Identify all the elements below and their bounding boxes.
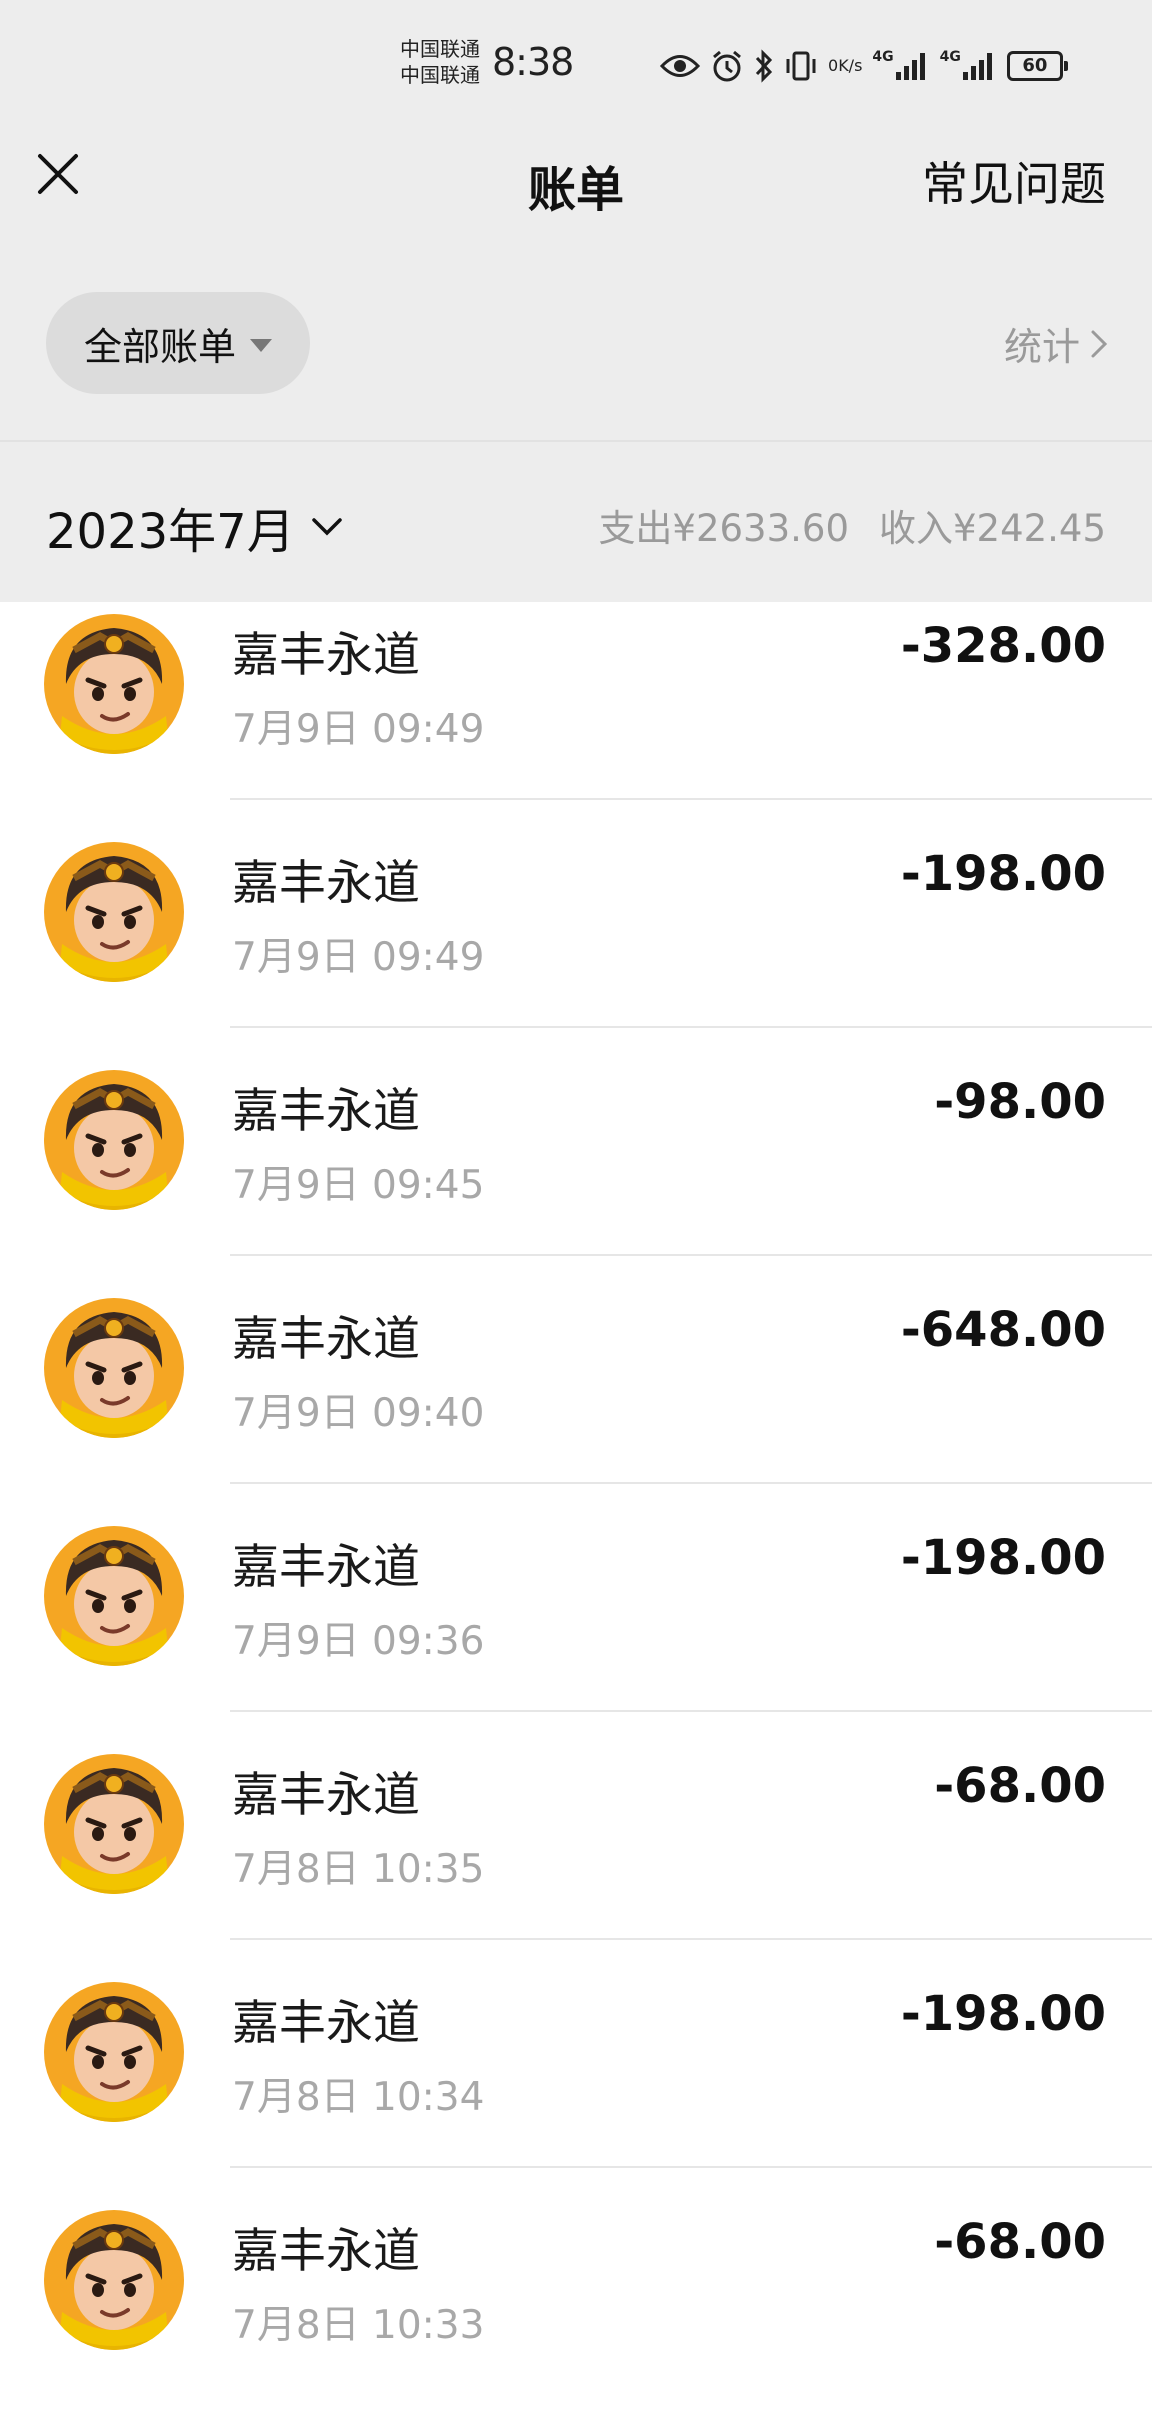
status-icons: 0 K/s 4G 4G 60: [660, 44, 1068, 88]
expense-total: 支出¥2633.60: [598, 507, 849, 550]
month-selector[interactable]: 2023年7月: [46, 492, 343, 562]
faq-button[interactable]: 常见问题: [922, 148, 1106, 214]
transaction-amount: -68.00: [934, 1758, 1106, 1814]
transaction-amount: -98.00: [934, 1074, 1106, 1130]
merchant-avatar: [44, 1298, 184, 1438]
row-divider: [230, 1482, 1152, 1484]
transaction-time: 7月8日 10:34: [232, 2075, 485, 2120]
signal-2-label: 4G: [939, 49, 961, 65]
transaction-amount: -198.00: [900, 1530, 1106, 1586]
merchant-avatar: [44, 1982, 184, 2122]
vibrate-icon: [784, 49, 818, 83]
merchant-name: 嘉丰永道: [232, 628, 420, 683]
transaction-row[interactable]: 嘉丰永道 7月9日 09:49 -198.00: [0, 830, 1152, 1060]
transaction-time: 7月9日 09:49: [232, 935, 485, 980]
transaction-row[interactable]: 嘉丰永道 7月9日 09:45 -98.00: [0, 1058, 1152, 1288]
transaction-amount: -648.00: [900, 1302, 1106, 1358]
transaction-row[interactable]: 嘉丰永道 7月9日 09:49 -328.00: [0, 602, 1152, 832]
merchant-name: 嘉丰永道: [232, 2224, 420, 2279]
merchant-avatar: [44, 2210, 184, 2350]
signal-icon: 4G: [940, 50, 997, 82]
merchant-avatar: [44, 614, 184, 754]
carrier-1: 中国联通: [400, 37, 480, 61]
transaction-time: 7月8日 10:35: [232, 1847, 485, 1892]
transaction-row[interactable]: 嘉丰永道 7月8日 10:34 -198.00: [0, 1970, 1152, 2200]
battery-icon: 60: [1006, 51, 1068, 81]
transaction-time: 7月9日 09:49: [232, 707, 485, 752]
carrier-2: 中国联通: [400, 63, 480, 87]
merchant-name: 嘉丰永道: [232, 1084, 420, 1139]
status-time: 8:38: [492, 40, 574, 84]
title-bar: 账单 常见问题: [0, 130, 1152, 246]
row-divider: [230, 1938, 1152, 1940]
carrier-info: 中国联通 中国联通: [400, 36, 480, 88]
merchant-name: 嘉丰永道: [232, 1540, 420, 1595]
net-speed: 0 K/s: [828, 57, 862, 75]
transaction-amount: -328.00: [900, 618, 1106, 674]
stats-label: 统计: [1003, 325, 1080, 369]
merchant-avatar: [44, 1754, 184, 1894]
row-divider: [230, 1710, 1152, 1712]
net-speed-value: 0: [828, 56, 839, 75]
row-divider: [230, 2166, 1152, 2168]
transaction-amount: -198.00: [900, 846, 1106, 902]
month-totals: 支出¥2633.60 收入¥242.45: [598, 498, 1106, 552]
net-speed-unit: K/s: [838, 56, 863, 75]
transaction-amount: -198.00: [900, 1986, 1106, 2042]
chevron-down-icon: [311, 518, 342, 536]
merchant-name: 嘉丰永道: [232, 1996, 420, 2051]
month-label: 2023年7月: [46, 504, 295, 560]
merchant-name: 嘉丰永道: [232, 1312, 420, 1367]
alarm-icon: [710, 49, 744, 83]
bill-type-filter-label: 全部账单: [83, 324, 236, 369]
transaction-time: 7月9日 09:45: [232, 1163, 485, 1208]
signal-1-label: 4G: [872, 49, 894, 65]
transaction-time: 7月9日 09:40: [232, 1391, 485, 1436]
income-total: 收入¥242.45: [878, 507, 1106, 550]
transaction-row[interactable]: 嘉丰永道 7月9日 09:40 -648.00: [0, 1286, 1152, 1516]
status-bar: 中国联通 中国联通 8:38 0 K/s 4G 4G 60: [0, 0, 1152, 130]
transaction-row[interactable]: 嘉丰永道 7月8日 10:33 -68.00: [0, 2198, 1152, 2428]
eye-icon: [660, 53, 700, 79]
stats-button[interactable]: 统计: [1004, 316, 1108, 371]
transaction-row[interactable]: 嘉丰永道 7月8日 10:35 -68.00: [0, 1742, 1152, 1972]
filter-bar: 全部账单 统计: [0, 246, 1152, 442]
transaction-amount: -68.00: [934, 2214, 1106, 2270]
transaction-row[interactable]: 嘉丰永道 7月9日 09:36 -198.00: [0, 1514, 1152, 1744]
merchant-avatar: [44, 1526, 184, 1666]
month-summary-bar: 2023年7月 支出¥2633.60 收入¥242.45: [0, 442, 1152, 602]
row-divider: [230, 1026, 1152, 1028]
merchant-name: 嘉丰永道: [232, 856, 420, 911]
merchant-avatar: [44, 1070, 184, 1210]
merchant-name: 嘉丰永道: [232, 1768, 420, 1823]
row-divider: [230, 1254, 1152, 1256]
merchant-avatar: [44, 842, 184, 982]
transaction-time: 7月9日 09:36: [232, 1619, 485, 1664]
bluetooth-icon: [754, 49, 774, 83]
chevron-right-icon: [1091, 330, 1108, 357]
transaction-time: 7月8日 10:33: [232, 2303, 485, 2348]
row-divider: [230, 798, 1152, 800]
bill-type-filter-button[interactable]: 全部账单: [46, 292, 310, 394]
caret-down-icon: [250, 338, 272, 352]
signal-icon: 4G: [872, 50, 929, 82]
